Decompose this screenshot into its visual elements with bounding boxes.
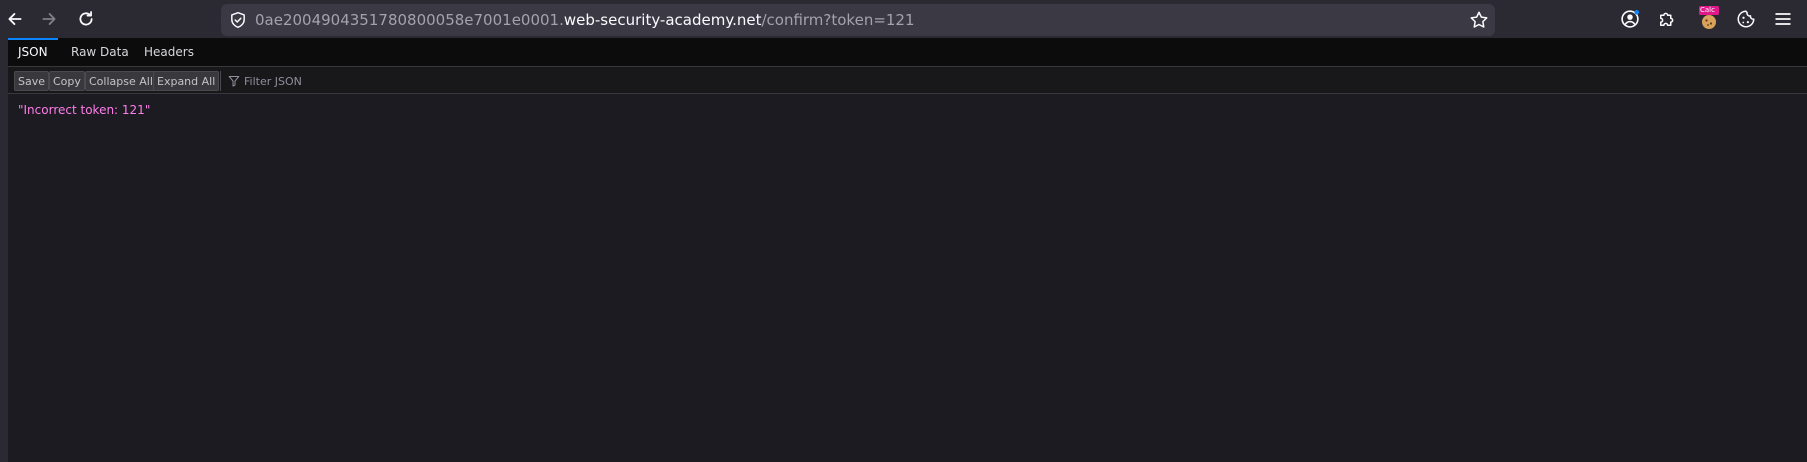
back-button[interactable] <box>0 4 30 34</box>
extensions-button[interactable] <box>1655 7 1679 31</box>
toolbar-divider <box>220 71 221 91</box>
tab-headers[interactable]: Headers <box>134 38 204 66</box>
filter-funnel-icon <box>228 76 240 87</box>
cookie-extension-button[interactable] <box>1734 7 1758 31</box>
url-bar[interactable]: 0ae2004904351780800058e7001e0001.web-sec… <box>221 4 1495 36</box>
collapse-all-button[interactable]: Collapse All <box>85 71 157 91</box>
tab-json[interactable]: JSON <box>8 38 58 66</box>
cookie-icon <box>1737 10 1755 28</box>
url-host: web-security-academy.net <box>563 11 762 29</box>
json-content-panel: "Incorrect token: 121" <box>8 95 1807 462</box>
reload-icon <box>79 11 93 26</box>
tracking-protection-shield-icon[interactable] <box>229 11 247 29</box>
account-button[interactable] <box>1618 7 1642 31</box>
filter-json-field[interactable] <box>228 71 1798 91</box>
account-icon <box>1621 10 1639 28</box>
calc-extension-button[interactable]: Calc <box>1696 4 1722 32</box>
url-path: /confirm?token=121 <box>761 11 915 29</box>
browser-toolbar: 0ae2004904351780800058e7001e0001.web-sec… <box>0 0 1807 38</box>
copy-button[interactable]: Copy <box>49 71 85 91</box>
tab-raw-data[interactable]: Raw Data <box>61 38 139 66</box>
reload-button[interactable] <box>71 4 101 34</box>
json-viewer-tabs: JSON Raw Data Headers <box>8 38 1807 67</box>
url-text[interactable]: 0ae2004904351780800058e7001e0001.web-sec… <box>255 4 915 36</box>
expand-all-button[interactable]: Expand All <box>153 71 220 91</box>
save-button[interactable]: Save <box>14 71 50 91</box>
url-subdomain: 0ae2004904351780800058e7001e0001. <box>255 11 564 29</box>
puzzle-piece-icon <box>1660 12 1674 26</box>
arrow-right-icon <box>42 13 56 25</box>
hamburger-menu-icon <box>1775 13 1791 25</box>
arrow-left-icon <box>8 13 22 25</box>
json-toolbar: Save Copy Collapse All Expand All <box>8 67 1807 94</box>
menu-button[interactable] <box>1771 7 1795 31</box>
bookmark-star-icon[interactable] <box>1469 10 1489 30</box>
sidebar-edge <box>0 38 8 462</box>
extension-badge-label: Calc <box>1700 6 1715 14</box>
json-string-value: "Incorrect token: 121" <box>18 103 151 117</box>
forward-button[interactable] <box>34 4 64 34</box>
filter-json-input[interactable] <box>244 74 1744 88</box>
